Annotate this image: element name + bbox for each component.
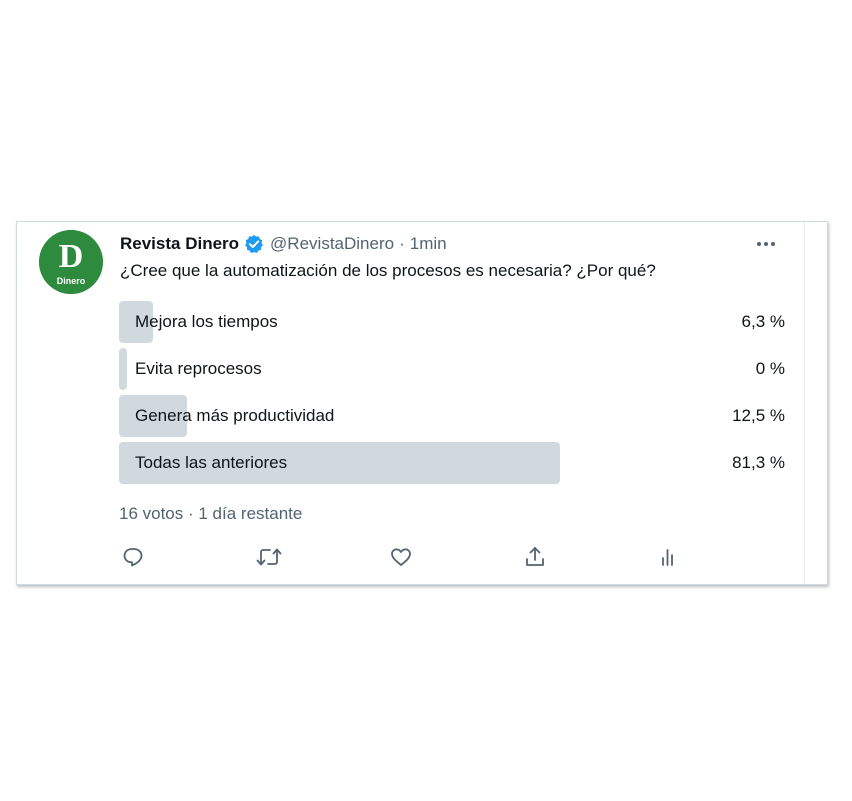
dinero-logo: D Dinero: [39, 230, 103, 294]
poll-option[interactable]: Genera más productividad 12,5 %: [119, 395, 785, 437]
card-divider: [804, 222, 805, 584]
meta-separator: ·: [399, 234, 405, 253]
poll-bar: [119, 348, 127, 390]
poll-footer: 16 votos · 1 día restante: [119, 504, 303, 523]
more-horizontal-icon: [757, 242, 775, 246]
timestamp[interactable]: 1min: [410, 234, 447, 254]
poll-option-label: Evita reprocesos: [135, 359, 262, 378]
retweet-icon: [256, 548, 282, 566]
poll-option[interactable]: Mejora los tiempos 6,3 %: [119, 301, 785, 343]
poll-option-percent: 12,5 %: [732, 406, 785, 425]
avatar-letter: D: [59, 238, 84, 275]
share-icon: [526, 547, 544, 566]
reply-icon: [123, 548, 143, 567]
poll-option-label: Mejora los tiempos: [135, 312, 278, 331]
tweet-header: Revista Dinero @RevistaDinero · 1min: [120, 232, 447, 256]
poll-option[interactable]: Evita reprocesos 0 %: [119, 348, 785, 390]
verified-badge-icon: [244, 234, 264, 254]
tweet-card[interactable]: D Dinero Revista Dinero @RevistaDinero ·…: [16, 221, 828, 585]
display-name[interactable]: Revista Dinero: [120, 234, 239, 254]
poll-option-percent: 6,3 %: [741, 312, 785, 331]
avatar-caption: Dinero: [57, 276, 86, 286]
action-bar: [119, 545, 679, 571]
analytics-icon: [662, 549, 673, 566]
poll-option-percent: 81,3 %: [732, 453, 785, 472]
analytics-button[interactable]: [657, 545, 681, 569]
avatar[interactable]: D Dinero: [39, 230, 103, 294]
poll: Mejora los tiempos 6,3 % Evita reproceso…: [119, 301, 785, 489]
handle[interactable]: @RevistaDinero: [270, 234, 394, 254]
more-options-button[interactable]: [753, 234, 779, 254]
poll-option-percent: 0 %: [755, 359, 785, 378]
like-button[interactable]: [389, 545, 413, 569]
poll-option-label: Genera más productividad: [135, 406, 335, 425]
retweet-button[interactable]: [255, 545, 283, 569]
poll-option-label: Todas las anteriores: [135, 453, 288, 472]
tweet-text: ¿Cree que la automatización de los proce…: [120, 261, 656, 280]
share-button[interactable]: [523, 545, 547, 569]
like-icon: [391, 548, 411, 566]
reply-button[interactable]: [121, 545, 145, 569]
poll-option[interactable]: Todas las anteriores 81,3 %: [119, 442, 785, 484]
